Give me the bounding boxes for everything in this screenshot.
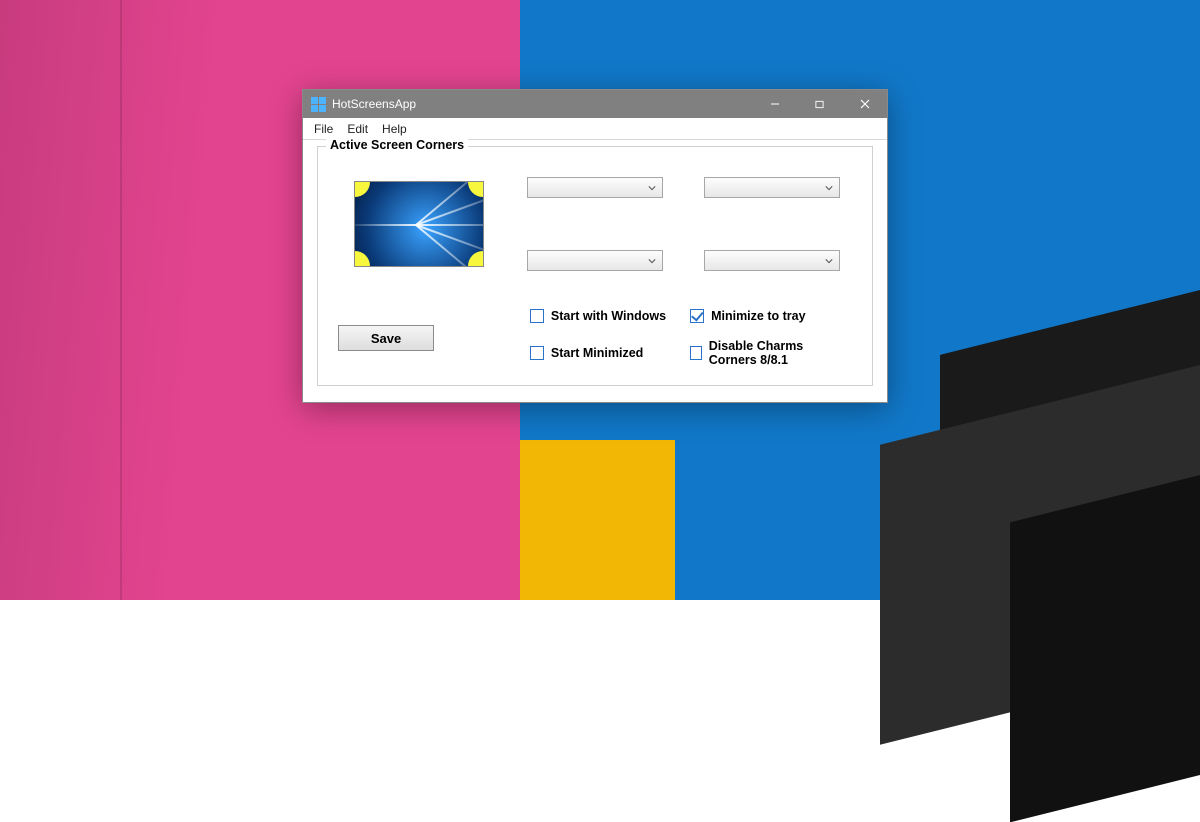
hotcorner-indicator-tr	[468, 181, 484, 197]
save-button[interactable]: Save	[338, 325, 434, 351]
close-button[interactable]	[842, 90, 887, 118]
checkbox-checked-icon	[690, 309, 704, 323]
active-corners-group: Active Screen Corners	[317, 146, 873, 386]
disable-charms-checkbox[interactable]: Disable Charms Corners 8/8.1	[690, 339, 852, 367]
window-title: HotScreensApp	[332, 97, 752, 111]
minimize-to-tray-checkbox[interactable]: Minimize to tray	[690, 309, 805, 323]
checkbox-icon	[530, 309, 544, 323]
menu-edit[interactable]: Edit	[340, 120, 375, 138]
menu-file[interactable]: File	[307, 120, 340, 138]
minimize-button[interactable]	[752, 90, 797, 118]
hotcorner-indicator-tl	[354, 181, 370, 197]
hotcorner-indicator-br	[468, 251, 484, 267]
chevron-down-icon	[648, 184, 656, 192]
menubar: File Edit Help	[303, 118, 887, 140]
app-window: HotScreensApp File Edit Help Active Scre…	[302, 89, 888, 403]
chevron-down-icon	[825, 257, 833, 265]
chevron-down-icon	[648, 257, 656, 265]
chevron-down-icon	[825, 184, 833, 192]
corner-top-right-select[interactable]	[704, 177, 840, 198]
maximize-button[interactable]	[797, 90, 842, 118]
corner-bottom-right-select[interactable]	[704, 250, 840, 271]
titlebar[interactable]: HotScreensApp	[303, 90, 887, 118]
screen-preview	[354, 181, 484, 267]
corner-bottom-left-select[interactable]	[527, 250, 663, 271]
group-title: Active Screen Corners	[326, 138, 468, 152]
checkbox-icon	[690, 346, 702, 360]
start-with-windows-checkbox[interactable]: Start with Windows	[524, 309, 666, 323]
app-icon	[310, 96, 326, 112]
menu-help[interactable]: Help	[375, 120, 414, 138]
start-minimized-checkbox[interactable]: Start Minimized	[524, 346, 643, 360]
hotcorner-indicator-bl	[354, 251, 370, 267]
corner-top-left-select[interactable]	[527, 177, 663, 198]
checkbox-icon	[530, 346, 544, 360]
